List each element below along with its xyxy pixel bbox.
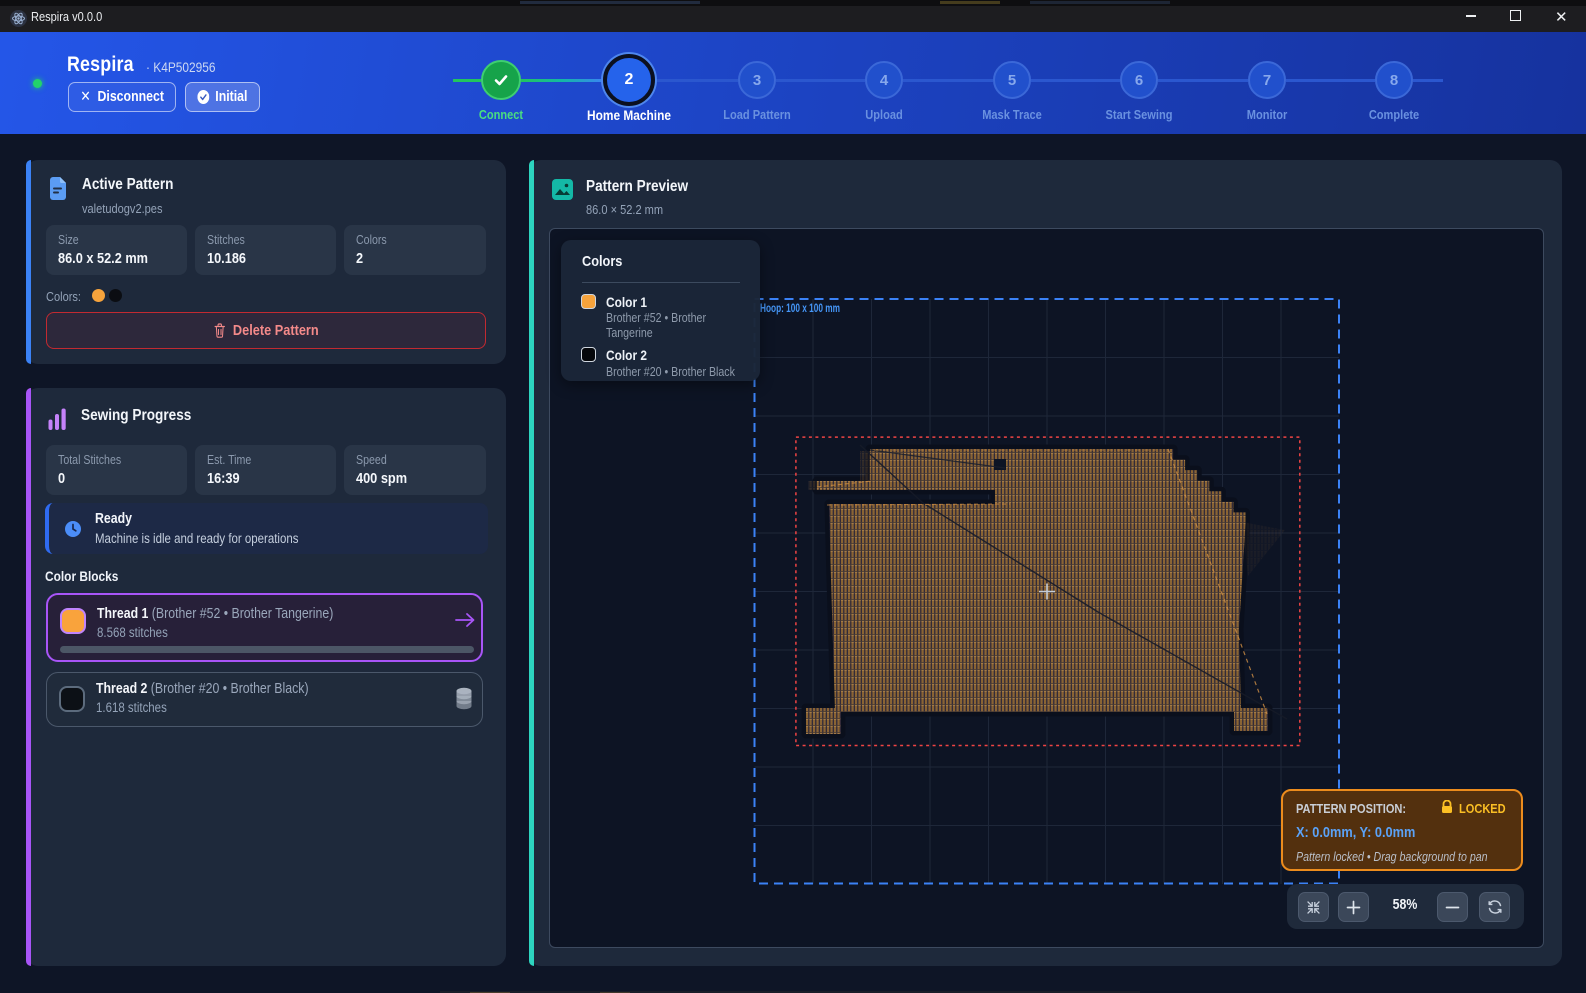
svg-text:Hoop: 100 x 100 mm: Hoop: 100 x 100 mm <box>760 303 840 315</box>
